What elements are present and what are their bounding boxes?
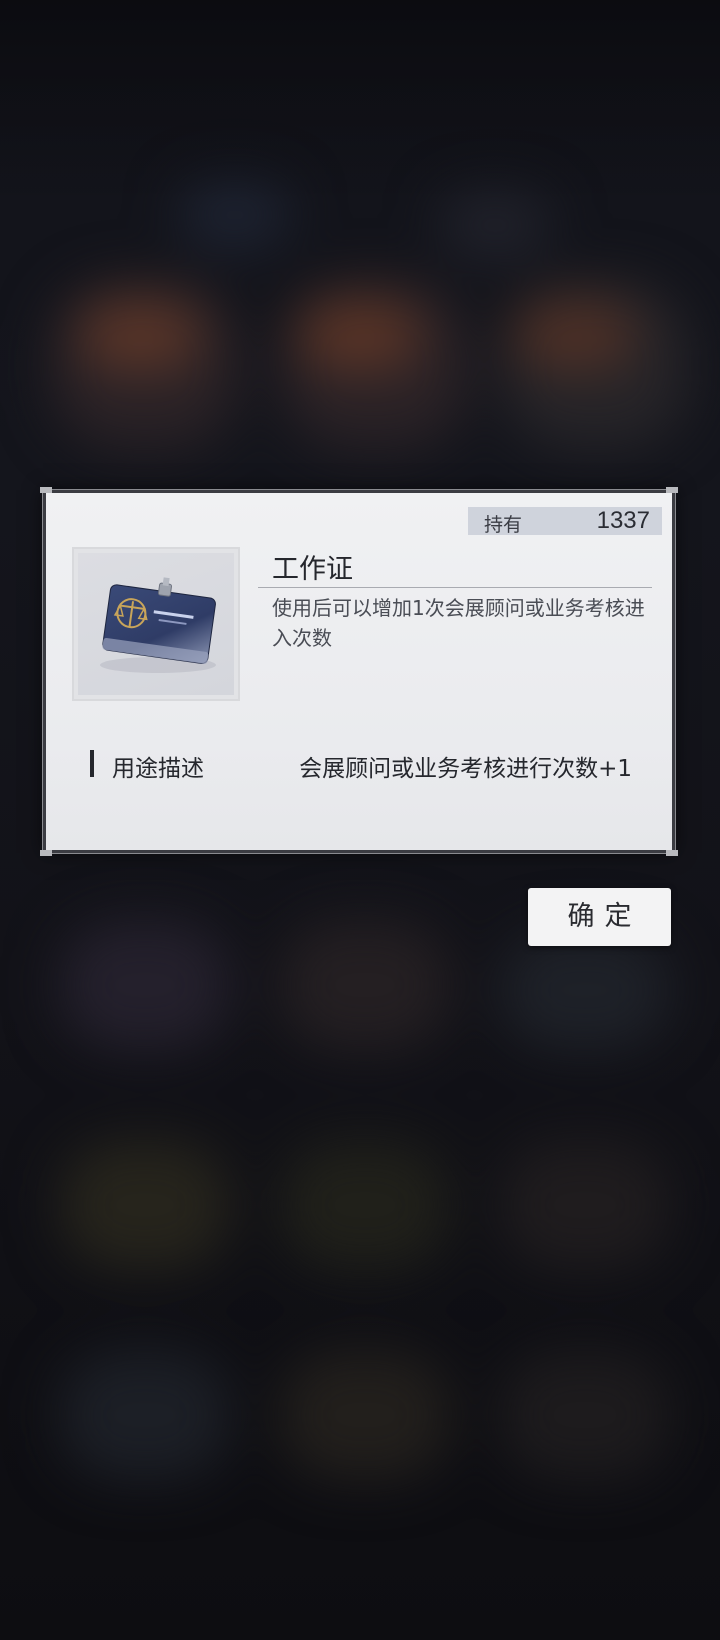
usage-value: 会展顾问或业务考核进行次数+1 [299, 756, 632, 782]
divider [258, 587, 652, 588]
owned-count-bar: 持有 1337 [468, 507, 662, 536]
owned-label: 持有 [484, 514, 523, 536]
confirm-button[interactable]: 确定 [528, 888, 671, 946]
dialog-corner [666, 487, 678, 493]
game-screen: 持有 1337 工作证 使用后可以增加1次会展顾问或业务考核进入次数 用途描述 … [0, 0, 720, 1640]
dialog-corner [40, 487, 52, 493]
item-info-dialog: 持有 1337 工作证 使用后可以增加1次会展顾问或业务考核进入次数 用途描述 … [40, 487, 678, 856]
work-badge-icon [100, 577, 216, 673]
item-name: 工作证 [272, 554, 353, 585]
top-shade [0, 0, 720, 200]
dialog-corner [40, 850, 52, 856]
usage-marker [90, 750, 94, 777]
item-image-frame [72, 547, 240, 701]
usage-label: 用途描述 [112, 756, 204, 782]
owned-count: 1337 [596, 507, 650, 534]
dialog-corner [666, 850, 678, 856]
item-description: 使用后可以增加1次会展顾问或业务考核进入次数 [272, 596, 645, 650]
